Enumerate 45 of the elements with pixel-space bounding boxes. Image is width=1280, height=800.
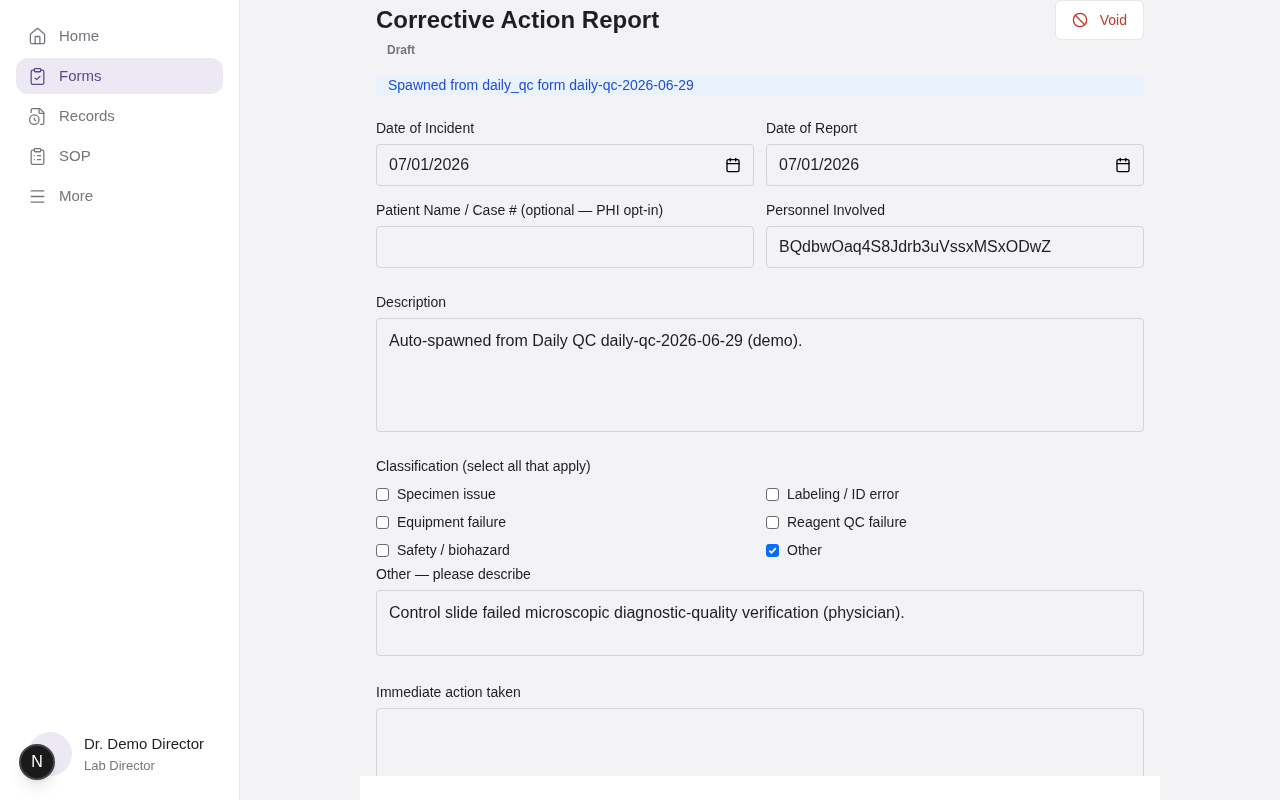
document-clock-icon <box>28 106 47 126</box>
dev-badge[interactable]: N <box>19 744 55 780</box>
checkbox[interactable] <box>376 543 389 557</box>
nav-item[interactable]: Records <box>16 98 223 134</box>
text-field[interactable]: BQdbwOaq4S8Jdrb3uVssxMSxODwZ <box>766 226 1144 268</box>
user-role: Lab Director <box>84 756 156 775</box>
date-field[interactable]: 07/01/2026 <box>376 144 754 186</box>
field-label: Personnel Involved <box>766 201 887 220</box>
checkbox-label: Equipment failure <box>397 513 506 532</box>
nav-item[interactable]: More <box>16 178 223 214</box>
checkbox-label: Labeling / ID error <box>787 485 900 504</box>
calendar-icon[interactable] <box>725 157 741 173</box>
nav-item[interactable]: Home <box>16 18 223 54</box>
checkbox[interactable] <box>376 487 389 501</box>
field-label: Other — please describe <box>376 565 532 584</box>
home-icon <box>28 26 47 46</box>
notice-banner: Spawned from daily_qc form daily-qc-2026-06-29 <box>376 75 1144 95</box>
field-label: Date of Report <box>766 119 859 138</box>
field-label: Date of Incident <box>376 119 476 138</box>
checkbox[interactable] <box>766 515 779 529</box>
text-area[interactable]: Control slide failed microscopic diagnostic-quality verification (physician). <box>376 590 1144 656</box>
checkbox[interactable] <box>376 515 389 529</box>
checkbox-label: Specimen issue <box>397 485 496 504</box>
field-label: Patient Name / Case # (optional — PHI opt-in) <box>376 201 665 220</box>
status-label: Draft <box>387 42 416 58</box>
ban-icon <box>1071 12 1088 28</box>
calendar-icon[interactable] <box>1115 157 1131 173</box>
section-label: Classification (select all that apply) <box>376 457 592 476</box>
field-label: Description <box>376 293 448 312</box>
date-field[interactable]: 07/01/2026 <box>766 144 1144 186</box>
text-area[interactable]: Auto-spawned from Daily QC daily-qc-2026-06-29 (demo). <box>376 318 1144 432</box>
field-label: Immediate action taken <box>376 683 522 702</box>
clipboard-check-icon <box>28 66 47 86</box>
nav-item[interactable]: SOP <box>16 138 223 174</box>
checkbox-label: Reagent QC failure <box>787 513 907 532</box>
checkbox-label: Other <box>787 541 822 560</box>
user-name: Dr. Demo Director <box>84 734 205 754</box>
text-field[interactable] <box>376 226 754 268</box>
checkbox[interactable] <box>766 487 779 501</box>
clipboard-list-icon <box>28 146 47 166</box>
checkbox-label: Safety / biohazard <box>397 541 510 560</box>
void-button[interactable]: Void <box>1054 0 1144 40</box>
checkbox[interactable] <box>766 543 779 557</box>
nav-item[interactable]: Forms <box>16 58 223 94</box>
page-title: Corrective Action Report <box>376 5 660 35</box>
